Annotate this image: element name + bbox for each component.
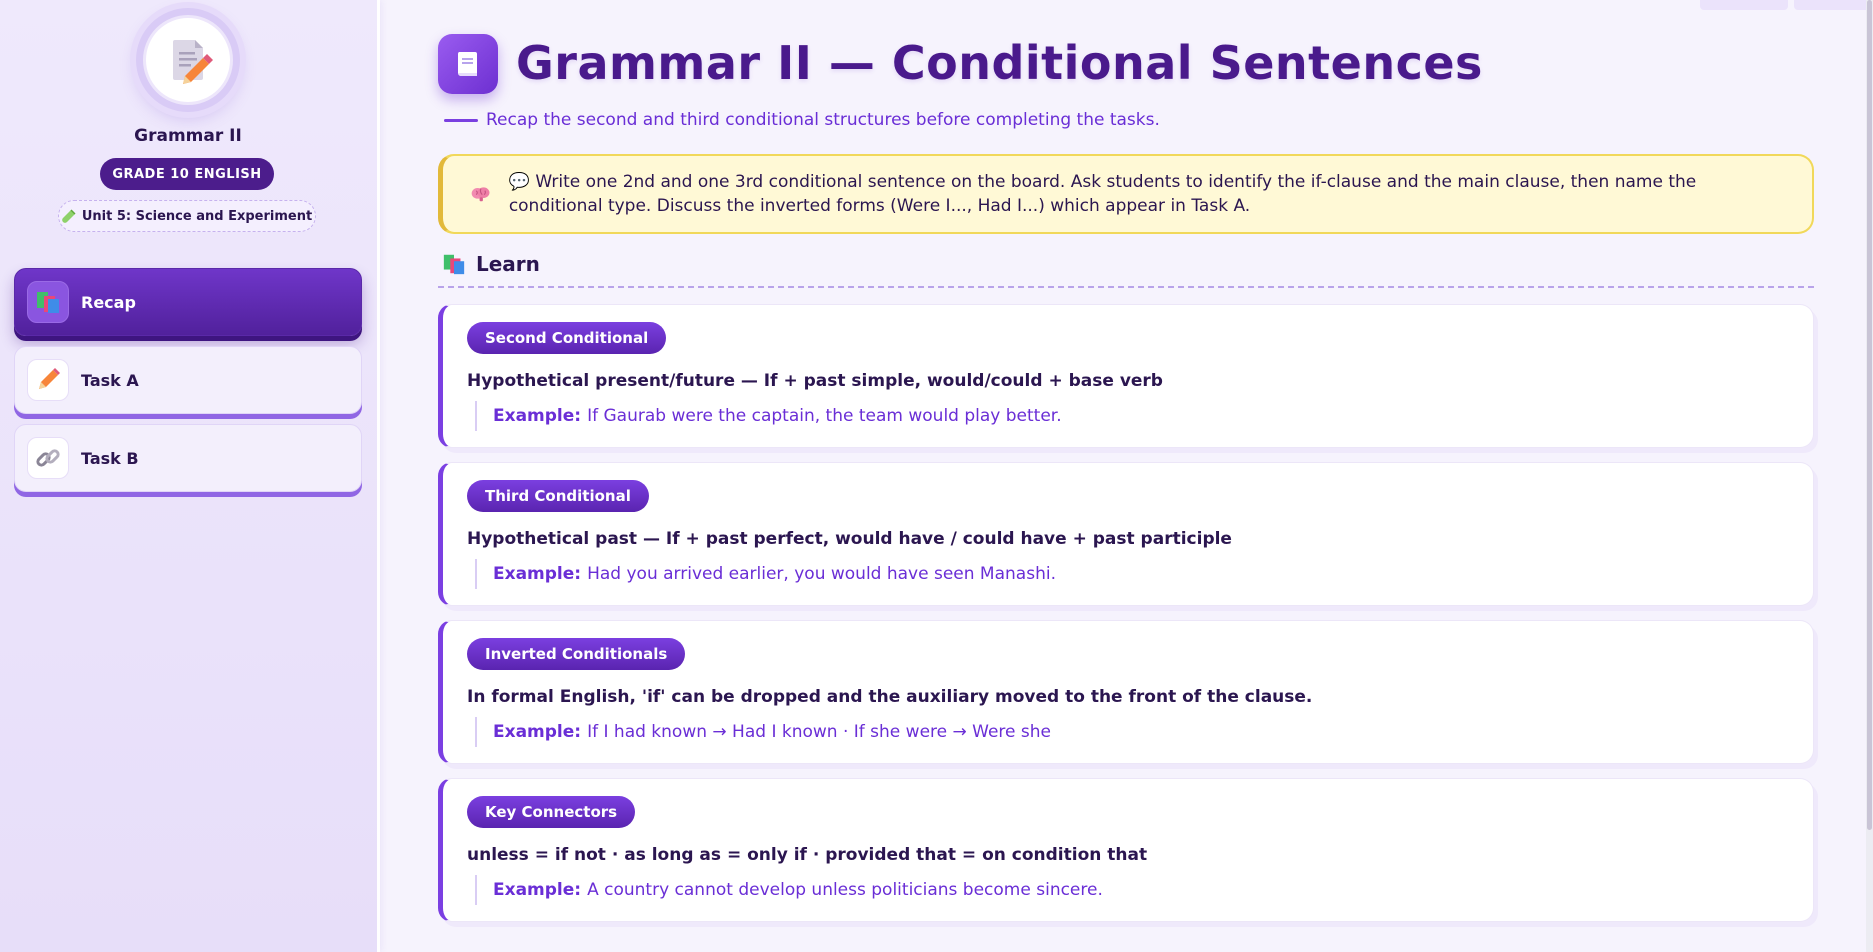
unit-label: Unit 5: Science and Experiment	[81, 208, 313, 224]
example-label: Example:	[493, 406, 582, 426]
concept-card: Third Conditional Hypothetical past — If…	[438, 462, 1814, 606]
concept-card: Inverted Conditionals In formal English,…	[438, 620, 1814, 764]
main-content: Grammar II — Conditional Sentences Recap…	[438, 0, 1814, 952]
example-text: A country cannot develop unless politici…	[587, 880, 1103, 900]
card-tag: Third Conditional	[467, 480, 649, 512]
books-icon	[443, 254, 465, 275]
teacher-note-text: 💬 Write one 2nd and one 3rd conditional …	[508, 172, 1697, 216]
concept-card: Second Conditional Hypothetical present/…	[438, 304, 1814, 448]
card-example: Example: If Gaurab were the captain, the…	[475, 401, 1062, 431]
link-icon	[27, 437, 69, 479]
page-title: Grammar II — Conditional Sentences	[516, 36, 1483, 90]
card-tag: Key Connectors	[467, 796, 636, 828]
section-title: Learn	[476, 252, 540, 276]
teacher-note: 💬 Write one 2nd and one 3rd conditional …	[438, 154, 1814, 234]
section-divider	[438, 286, 1814, 288]
card-tag: Inverted Conditionals	[467, 638, 686, 670]
lesson-title: Grammar II	[134, 126, 242, 146]
sidebar: Grammar II GRADE 10 ENGLISH Unit 5: Scie…	[0, 0, 380, 952]
sidebar-item-label: Task B	[81, 448, 139, 468]
example-text: If I had known → Had I known · If she we…	[587, 722, 1051, 742]
grade-badge: GRADE 10 ENGLISH	[100, 158, 274, 190]
scrollbar-thumb[interactable]	[1867, 0, 1872, 830]
example-label: Example:	[493, 564, 582, 584]
book-icon	[438, 34, 498, 94]
card-example: Example: Had you arrived earlier, you wo…	[475, 559, 1056, 589]
example-text: Had you arrived earlier, you would have …	[587, 564, 1056, 584]
subtitle-rule	[444, 118, 478, 122]
sidebar-item-label: Task A	[81, 370, 139, 390]
card-example: Example: A country cannot develop unless…	[475, 875, 1103, 905]
sidebar-item-task-b[interactable]: Task B	[14, 424, 362, 492]
top-tab[interactable]	[1700, 0, 1788, 10]
document-pencil-icon	[173, 40, 213, 84]
sidebar-item-label: Recap	[81, 292, 136, 312]
test-tube-icon	[61, 209, 76, 223]
example-text: If Gaurab were the captain, the team wou…	[587, 406, 1062, 426]
concept-card: Key Connectors unless = if not · as long…	[438, 778, 1814, 922]
card-rule: unless = if not · as long as = only if ·…	[467, 845, 1148, 865]
unit-badge: Unit 5: Science and Experiment	[58, 200, 316, 232]
top-tab[interactable]	[1794, 0, 1873, 10]
card-tag: Second Conditional	[467, 322, 667, 354]
card-example: Example: If I had known → Had I known · …	[475, 717, 1051, 747]
sidebar-item-recap[interactable]: Recap	[14, 268, 362, 336]
example-label: Example:	[493, 722, 582, 742]
lesson-avatar	[136, 8, 240, 112]
pencil-icon	[27, 359, 69, 401]
example-label: Example:	[493, 880, 582, 900]
card-rule: Hypothetical present/future — If + past …	[467, 371, 1163, 391]
brain-icon	[471, 187, 490, 202]
sidebar-item-task-a[interactable]: Task A	[14, 346, 362, 414]
card-rule: In formal English, 'if' can be dropped a…	[467, 687, 1313, 707]
books-icon	[27, 281, 69, 323]
card-rule: Hypothetical past — If + past perfect, w…	[467, 529, 1232, 549]
section-heading: Learn	[442, 252, 540, 276]
page-subtitle: Recap the second and third conditional s…	[444, 110, 1160, 130]
subtitle-text: Recap the second and third conditional s…	[486, 110, 1160, 130]
scrollbar[interactable]	[1866, 0, 1873, 952]
